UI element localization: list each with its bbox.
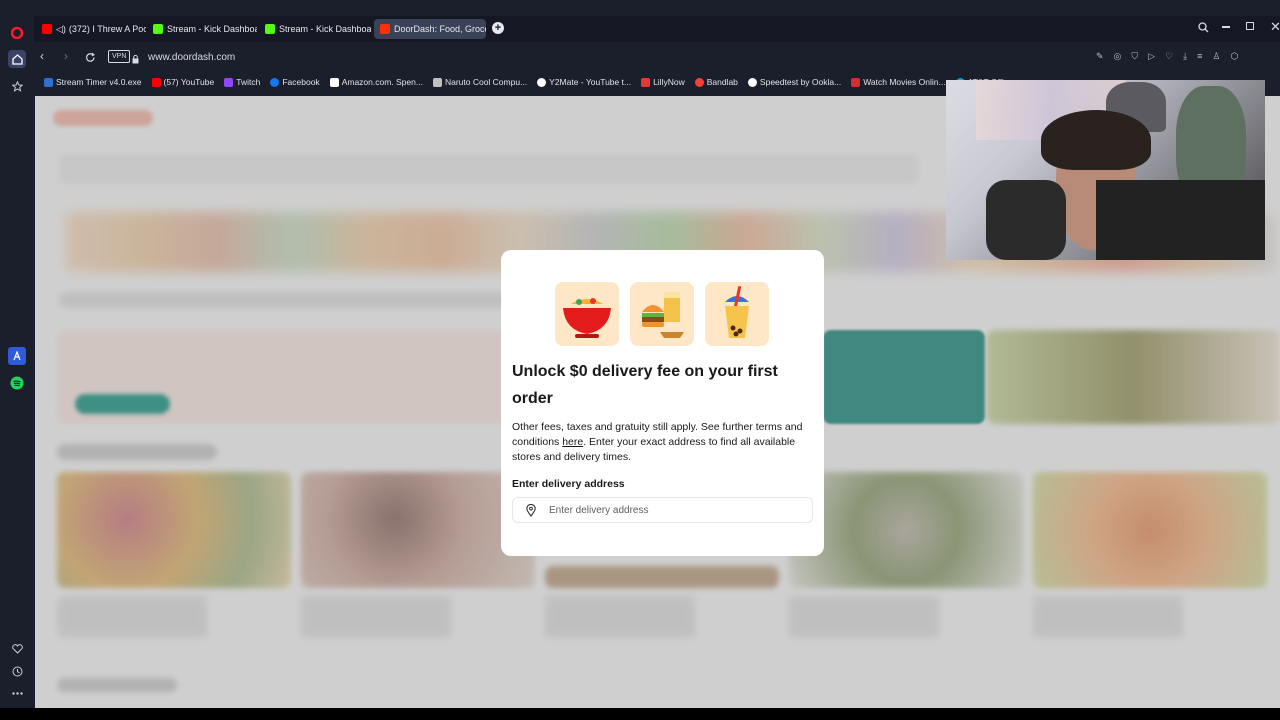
bookmark-naruto[interactable]: Naruto Cool Compu... [432,77,528,87]
bookmark-facebook[interactable]: Facebook [270,77,320,87]
edit-icon[interactable]: ✎ [1096,51,1104,62]
bandlab-icon [694,77,704,87]
tab-kick-dashboard-2[interactable]: Stream - Kick Dashboard [259,19,371,39]
address-toolbar: ‹ › VPN www.doordash.com ✎ ◎ ⛉ ▷ ♡ ⤓ ≡ ♙… [34,44,1280,70]
webcam-overlay [946,80,1265,260]
maximize-icon[interactable] [1246,22,1254,30]
amazon-icon [329,77,339,87]
bookmark-bandlab[interactable]: Bandlab [694,77,738,87]
burger-drink-icon [630,282,694,346]
delivery-fee-modal: Unlock $0 delivery fee on your first ord… [501,250,824,556]
menu-icon[interactable]: ≡ [1197,51,1202,62]
tab-speaker-icon: ◁) [56,23,66,34]
shield-icon[interactable]: ⛉ [1131,51,1138,62]
streamer-shirt [1096,180,1265,260]
noodle-bowl-icon [555,282,619,346]
location-pin-icon [513,503,549,517]
bookmark-label: Watch Movies Onlin... [863,77,946,87]
bookmark-label: Naruto Cool Compu... [444,77,528,87]
search-tabs-icon[interactable] [1198,22,1209,36]
bookmark-label: Stream Timer v4.0.exe [56,77,142,87]
tab-kick-dashboard[interactable]: Stream - Kick Dashboard [147,19,257,39]
modal-title: Unlock $0 delivery fee on your first ord… [512,363,778,407]
bookmark-label: Amazon.com. Spen... [341,77,423,87]
bookmark-amazon[interactable]: Amazon.com. Spen... [329,77,423,87]
twitch-icon [224,77,234,87]
y2mate-icon [537,77,547,87]
bookmark-speedtest[interactable]: Speedtest by Ookla... [747,77,842,87]
forward-icon[interactable]: › [64,50,68,62]
lillynow-icon [641,77,651,87]
bottom-bar [0,708,1280,720]
movies-icon [851,77,861,87]
bookmark-label: Facebook [282,77,320,87]
bookmark-label: Speedtest by Ookla... [759,77,842,87]
heart-icon[interactable] [8,640,26,658]
extensions-icon[interactable]: ⬡ [1231,51,1239,62]
more-icon[interactable] [8,684,26,702]
doordash-favicon-icon [380,24,390,34]
tab-bar: ◁) (372) I Threw A Pool P Stream - Kick … [34,16,1280,42]
bookmark-y2mate[interactable]: Y2Mate - YouTube t... [537,77,631,87]
reload-icon[interactable] [85,50,96,68]
kick-favicon-icon [265,24,275,34]
history-icon[interactable] [8,662,26,680]
url-field[interactable]: www.doordash.com [148,47,1048,67]
tab-label: DoorDash: Food, Grocery [394,24,486,34]
bookmark-label: LillyNow [653,77,685,87]
bookmark-label: Twitch [236,77,261,87]
bookmark-watch-movies[interactable]: Watch Movies Onlin... [851,77,946,87]
naruto-icon [432,77,442,87]
close-window-icon[interactable]: ✕ [1270,19,1280,35]
tab-label: Stream - Kick Dashboard [167,24,257,34]
minimize-icon[interactable] [1222,26,1230,28]
facebook-icon [270,77,280,87]
browser-sidebar [0,16,34,720]
address-input[interactable] [549,504,789,516]
tab-label: (372) I Threw A Pool P [68,24,146,34]
youtube-icon [151,77,161,87]
kick-favicon-icon [153,24,163,34]
star-icon[interactable] [8,77,26,95]
play-icon[interactable]: ▷ [1148,51,1155,62]
home-icon[interactable] [8,50,26,68]
back-icon[interactable]: ‹ [40,50,44,62]
bookmark-label: Bandlab [706,77,738,87]
opera-logo-icon[interactable] [8,24,26,42]
modal-body: Other fees, taxes and gratuity still app… [512,420,817,465]
address-label: Enter delivery address [512,478,625,490]
tab-doordash[interactable]: DoorDash: Food, Grocery [374,19,486,39]
favorite-heart-icon[interactable]: ♡ [1165,51,1173,62]
bookmark-twitch[interactable]: Twitch [224,77,260,87]
bookmark-youtube[interactable]: (57) YouTube [151,77,215,87]
vpn-badge[interactable]: VPN [108,50,131,63]
download-icon[interactable]: ⤓ [1183,51,1187,62]
bookmark-icon [44,77,53,87]
streamer-hair [1041,110,1151,170]
bookmark-stream-timer[interactable]: Stream Timer v4.0.exe [44,77,142,87]
tab-label: Stream - Kick Dashboard [279,24,371,34]
new-tab-plus-icon[interactable]: + [492,22,504,34]
bookmark-label: Y2Mate - YouTube t... [549,77,632,87]
bubble-tea-icon [705,282,769,346]
profile-icon[interactable]: ♙ [1212,51,1220,62]
app-store-icon[interactable] [8,347,26,365]
terms-link[interactable]: here [562,436,583,448]
bookmark-lillynow[interactable]: LillyNow [641,77,685,87]
toolbar-actions: ✎ ◎ ⛉ ▷ ♡ ⤓ ≡ ♙ ⬡ [1096,51,1238,62]
speedtest-icon [747,77,757,87]
address-input-wrapper[interactable] [512,497,813,523]
tab-youtube[interactable]: ◁) (372) I Threw A Pool P [36,19,146,39]
url-text: www.doordash.com [148,51,236,63]
gaming-chair [986,180,1066,260]
bookmark-label: (57) YouTube [163,77,215,87]
browser-window: ◁) (372) I Threw A Pool P Stream - Kick … [0,0,1280,720]
spotify-icon[interactable] [8,374,26,392]
lock-icon[interactable] [132,51,139,64]
camera-icon[interactable]: ◎ [1114,51,1122,62]
youtube-favicon-icon [42,24,52,34]
